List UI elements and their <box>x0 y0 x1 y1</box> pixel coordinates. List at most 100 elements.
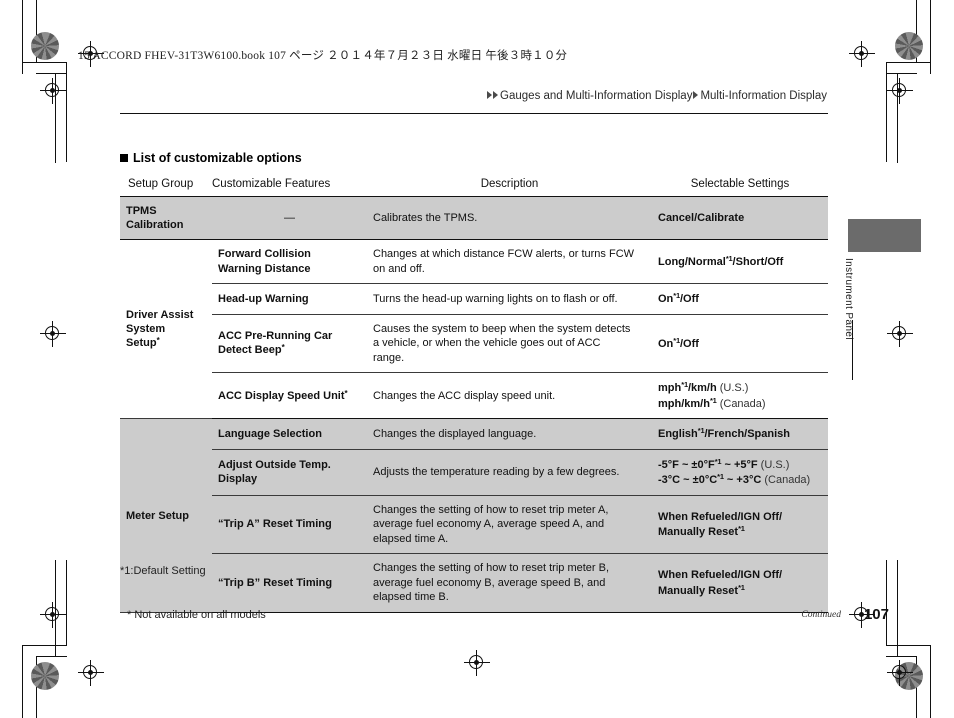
crop-line <box>886 62 931 64</box>
breadcrumb-segment-1[interactable]: Gauges and Multi-Information Display <box>500 90 692 102</box>
table-row: ACC Display Speed Unit* Changes the ACC … <box>120 372 828 420</box>
description-line-2: a vehicle, or when the vehicle goes out … <box>373 337 601 350</box>
crop-line <box>930 0 932 74</box>
cell-feature: ACC Pre-Running Car Detect Beep* <box>212 314 367 374</box>
print-control-blob <box>31 662 59 690</box>
crop-line <box>66 62 68 162</box>
print-slug-line: 15 ACCORD FHEV-31T3W6100.book 107 ページ ２０… <box>78 50 568 62</box>
column-header-description: Description <box>367 175 652 197</box>
cell-settings: When Refueled/IGN Off/ Manually Reset*1 <box>652 495 828 555</box>
print-control-blob <box>31 32 59 60</box>
cell-settings: Cancel/Calibrate <box>652 196 828 241</box>
settings-line1-region: (U.S.) <box>716 382 749 395</box>
breadcrumb-segment-2[interactable]: Multi-Information Display <box>700 90 827 102</box>
crop-line <box>930 645 932 718</box>
feature-label: ACC Display Speed Unit <box>218 389 345 402</box>
settings-line-1: When Refueled/IGN Off/ <box>658 510 783 523</box>
footnote-marker: * <box>281 343 285 353</box>
chevron-right-icon <box>693 90 699 99</box>
cell-feature: Head-up Warning <box>212 283 367 315</box>
description-line-2: average fuel economy A, average speed A,… <box>373 518 605 531</box>
description-line-1: Changes at which distance FCW alerts, or… <box>373 248 635 261</box>
customizable-options-table-wrapper: Setup Group Customizable Features Descri… <box>120 175 828 613</box>
bullet-square-icon <box>120 154 128 162</box>
settings-part-a: Long/Normal <box>658 255 726 268</box>
cell-feature: — <box>212 196 367 241</box>
settings-line2-a: -3°C ~ ±0°C <box>658 474 718 487</box>
header-divider <box>120 113 828 115</box>
crop-line <box>36 656 38 718</box>
crop-line <box>55 73 57 163</box>
table-row: “Trip B” Reset Timing Changes the settin… <box>120 553 828 613</box>
registration-mark <box>40 321 66 347</box>
table-row: Adjust Outside Temp. Display Adjusts the… <box>120 449 828 496</box>
settings-part-a: On <box>658 337 674 350</box>
feature-line-1: Adjust Outside Temp. <box>218 459 331 472</box>
crop-line <box>66 560 68 646</box>
cell-description: Changes the displayed language. <box>367 418 652 450</box>
column-header-customizable-features: Customizable Features <box>212 175 367 197</box>
table-row: ACC Pre-Running Car Detect Beep* Causes … <box>120 314 828 374</box>
settings-part-b: /Off <box>679 337 699 350</box>
crop-line <box>22 62 67 64</box>
footnote-default-setting: *1:Default Setting <box>120 565 206 577</box>
feature-line-1: Forward Collision <box>218 248 311 261</box>
cell-setup-group: TPMS Calibration <box>120 196 212 241</box>
cell-setup-group: Meter Setup <box>120 418 212 613</box>
settings-line1-a: mph <box>658 382 682 395</box>
footnote-marker: *1 <box>738 582 745 592</box>
continued-label: Continued <box>801 610 841 620</box>
crop-line <box>897 560 899 657</box>
crop-line <box>916 0 918 63</box>
crop-line <box>22 645 24 718</box>
crop-line <box>886 73 917 75</box>
cell-settings: mph*1/km/h (U.S.) mph/km/h*1 (Canada) <box>652 372 828 420</box>
cell-feature: “Trip B” Reset Timing <box>212 553 367 613</box>
crop-line <box>886 645 931 647</box>
feature-line-2: Warning Distance <box>218 262 311 275</box>
footnote-marker: *1 <box>673 291 680 301</box>
section-heading: List of customizable options <box>120 151 302 165</box>
table-row: Meter Setup Language Selection Changes t… <box>120 418 828 613</box>
settings-line2-region: (Canada) <box>761 474 811 487</box>
page-number: 107 <box>863 606 889 623</box>
settings-part-b: /French/Spanish <box>704 428 791 441</box>
footnote-marker: *1 <box>738 524 745 534</box>
settings-line1-region: (U.S.) <box>757 458 790 471</box>
crop-line <box>897 73 899 163</box>
section-heading-label: List of customizable options <box>133 151 302 165</box>
chevron-right-icon <box>493 90 499 99</box>
customizable-options-table: Setup Group Customizable Features Descri… <box>120 175 828 613</box>
crop-line <box>916 656 918 718</box>
cell-feature: Language Selection <box>212 418 367 450</box>
description-line-3: range. <box>373 351 405 364</box>
settings-part-b: /Short/Off <box>732 255 784 268</box>
registration-mark <box>887 78 913 104</box>
crop-line <box>55 560 57 657</box>
crop-line <box>22 645 67 647</box>
cell-description: Changes the ACC display speed unit. <box>367 372 652 420</box>
cell-settings: -5°F ~ ±0°F*1 ~ +5°F (U.S.) -3°C ~ ±0°C*… <box>652 449 828 496</box>
cell-description: Turns the head-up warning lights on to f… <box>367 283 652 315</box>
footnote-marker: *1 <box>709 395 717 405</box>
chevron-right-icon <box>487 90 493 99</box>
settings-line1-b: ~ +5°F <box>721 458 758 471</box>
description-line-3: elapsed time B. <box>373 591 449 604</box>
table-header-row: Setup Group Customizable Features Descri… <box>120 175 828 197</box>
registration-mark <box>78 660 104 686</box>
footnote-marker: *1 <box>717 472 724 482</box>
registration-mark <box>887 660 913 686</box>
group-line-3: Setup <box>126 337 157 350</box>
description-line-2: on and off. <box>373 262 425 275</box>
footnote-marker: * <box>344 388 348 398</box>
footnote-not-available: * Not available on all models <box>127 609 266 621</box>
cell-description: Changes the setting of how to reset trip… <box>367 553 652 613</box>
group-line-1: Driver Assist <box>126 309 194 322</box>
registration-mark <box>40 78 66 104</box>
settings-line-1: When Refueled/IGN Off/ <box>658 569 783 582</box>
description-line-2: average fuel economy B, average speed B,… <box>373 576 606 589</box>
footnote-marker: *1 <box>681 380 688 390</box>
settings-part-b: /Off <box>679 293 699 306</box>
table-row: “Trip A” Reset Timing Changes the settin… <box>120 495 828 555</box>
cell-setup-group: Driver Assist System Setup* <box>120 239 212 420</box>
